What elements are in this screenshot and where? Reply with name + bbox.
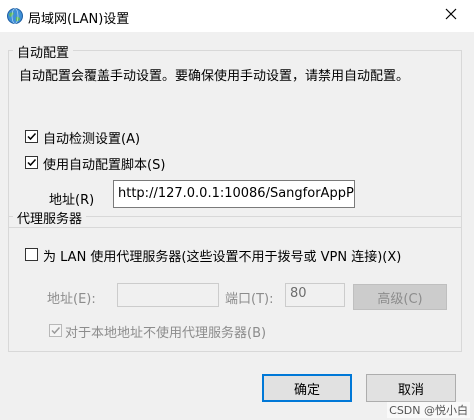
proxy-address-input[interactable] [117,283,219,307]
ok-button[interactable]: 确定 [262,374,352,402]
use-proxy-checkbox[interactable] [25,248,38,261]
use-script-label[interactable]: 使用自动配置脚本(S) [43,154,165,173]
use-script-checkbox[interactable] [25,156,38,169]
use-proxy-label[interactable]: 为 LAN 使用代理服务器(这些设置不用于拨号或 VPN 连接)(X) [43,246,401,265]
auto-config-group-title: 自动配置 [13,42,74,61]
script-address-input[interactable]: http://127.0.0.1:10086/SangforAppP [113,180,355,208]
auto-config-group: 自动配置 自动配置会覆盖手动设置。要确保使用手动设置，请禁用自动配置。 自动检测… [8,42,462,228]
proxy-address-label: 地址(E): [47,292,96,307]
proxy-group: 代理服务器 为 LAN 使用代理服务器(这些设置不用于拨号或 VPN 连接)(X… [8,208,462,352]
close-icon [445,8,457,24]
auto-detect-label[interactable]: 自动检测设置(A) [43,128,140,147]
auto-detect-checkbox[interactable] [25,130,38,143]
proxy-port-input[interactable]: 80 [285,283,345,307]
watermark: CSDN @悦小白 [387,402,470,418]
proxy-port-label: 端口(T): [225,292,274,307]
globe-icon [6,7,24,25]
title-bar[interactable]: 局域网(LAN)设置 [0,0,474,32]
dialog-body: 自动配置 自动配置会覆盖手动设置。要确保使用手动设置，请禁用自动配置。 自动检测… [0,32,474,420]
cancel-button[interactable]: 取消 [366,374,456,402]
proxy-group-title: 代理服务器 [13,208,87,227]
auto-config-description: 自动配置会覆盖手动设置。要确保使用手动设置，请禁用自动配置。 [19,69,410,84]
advanced-button[interactable]: 高级(C) [353,284,447,310]
close-button[interactable] [428,0,474,32]
bypass-local-checkbox[interactable] [49,324,62,337]
window-title: 局域网(LAN)设置 [28,12,130,27]
bypass-local-label[interactable]: 对于本地地址不使用代理服务器(B) [65,322,266,341]
script-address-label: 地址(R) [49,193,95,208]
